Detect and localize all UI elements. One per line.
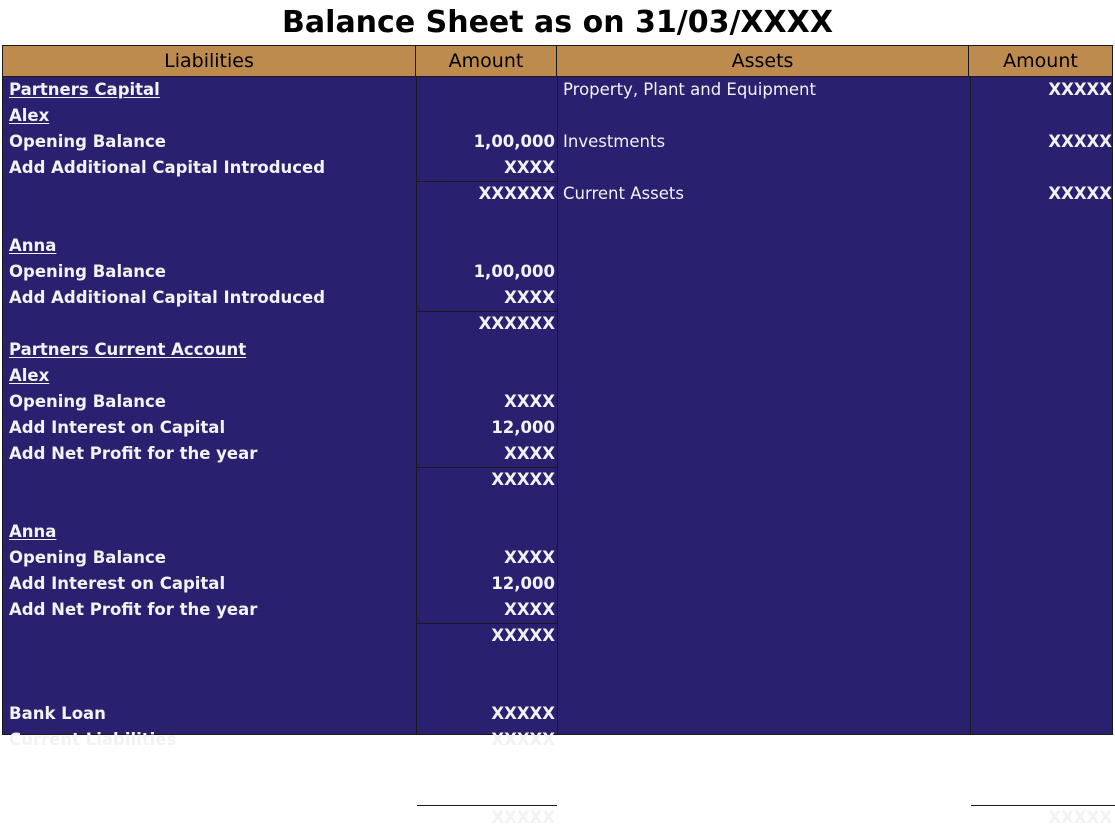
- liability-label: Partners Current Account: [9, 340, 247, 359]
- liability-label: Add Net Profit for the year: [9, 600, 258, 619]
- asset-amount: XXXXX: [1048, 132, 1112, 151]
- subtotal-rule: [417, 623, 557, 624]
- liability-label: Opening Balance: [9, 548, 166, 567]
- asset-label: Property, Plant and Equipment: [563, 80, 816, 99]
- liability-label: Current Liabilities: [9, 730, 177, 749]
- liabilities-total-amount: XXXXX: [491, 808, 555, 827]
- column-header-amount-left: Amount: [416, 46, 557, 76]
- liability-label: Opening Balance: [9, 262, 166, 281]
- liability-amount: XXXX: [504, 158, 555, 177]
- liability-amount: 1,00,000: [473, 132, 555, 151]
- asset-label: Investments: [563, 132, 666, 151]
- liability-label: Partners Capital: [9, 80, 160, 99]
- liability-label: Add Additional Capital Introduced: [9, 288, 326, 307]
- liability-amount: XXXX: [504, 600, 555, 619]
- column-header-assets: Assets: [557, 46, 969, 76]
- assets-total-amount: XXXXX: [1048, 808, 1112, 827]
- balance-sheet-table: Liabilities Amount Assets Amount Partner…: [2, 45, 1115, 827]
- liability-amount: XXXX: [504, 288, 555, 307]
- liability-label: Anna: [9, 236, 57, 255]
- liability-amount: 12,000: [491, 418, 555, 437]
- liability-label: Add Net Profit for the year: [9, 444, 258, 463]
- liability-amount: XXXX: [504, 392, 555, 411]
- column-header-amount-right: Amount: [969, 46, 1112, 76]
- subtotal-rule: [417, 467, 557, 468]
- column-divider-assets-amount: [970, 77, 971, 734]
- liability-label: Opening Balance: [9, 132, 166, 151]
- page-title: Balance Sheet as on 31/03/XXXX: [282, 5, 833, 40]
- liability-amount: XXXXX: [491, 730, 555, 749]
- subtotal-rule: [417, 311, 557, 312]
- liability-label: Alex: [9, 106, 50, 125]
- liability-label: Add Interest on Capital: [9, 574, 226, 593]
- liability-amount: XXXXX: [491, 626, 555, 645]
- liability-amount: 1,00,000: [473, 262, 555, 281]
- table-body: Partners Capital Alex Opening Balance 1,00,…: [3, 77, 1115, 827]
- table-header-row: Liabilities Amount Assets Amount: [3, 46, 1112, 77]
- liability-label: Add Additional Capital Introduced: [9, 158, 326, 177]
- liability-label: Opening Balance: [9, 392, 166, 411]
- liability-label: Anna: [9, 522, 57, 541]
- liability-amount: XXXXXX: [478, 314, 555, 333]
- liability-amount: XXXX: [504, 444, 555, 463]
- liability-label: Add Interest on Capital: [9, 418, 226, 437]
- asset-amount: XXXXX: [1048, 80, 1112, 99]
- subtotal-rule: [417, 181, 557, 182]
- liability-amount: XXXXXX: [478, 184, 555, 203]
- liability-amount: XXXXX: [491, 704, 555, 723]
- column-divider-amount-assets: [557, 77, 558, 734]
- balance-sheet-page: Balance Sheet as on 31/03/XXXX Liabiliti…: [0, 0, 1115, 827]
- liability-label: Alex: [9, 366, 50, 385]
- asset-amount: XXXXX: [1048, 184, 1112, 203]
- liability-label: Bank Loan: [9, 704, 106, 723]
- liability-amount: 12,000: [491, 574, 555, 593]
- column-header-liabilities: Liabilities: [3, 46, 416, 76]
- asset-label: Current Assets: [563, 184, 684, 203]
- liability-amount: XXXX: [504, 548, 555, 567]
- liability-amount: XXXXX: [491, 470, 555, 489]
